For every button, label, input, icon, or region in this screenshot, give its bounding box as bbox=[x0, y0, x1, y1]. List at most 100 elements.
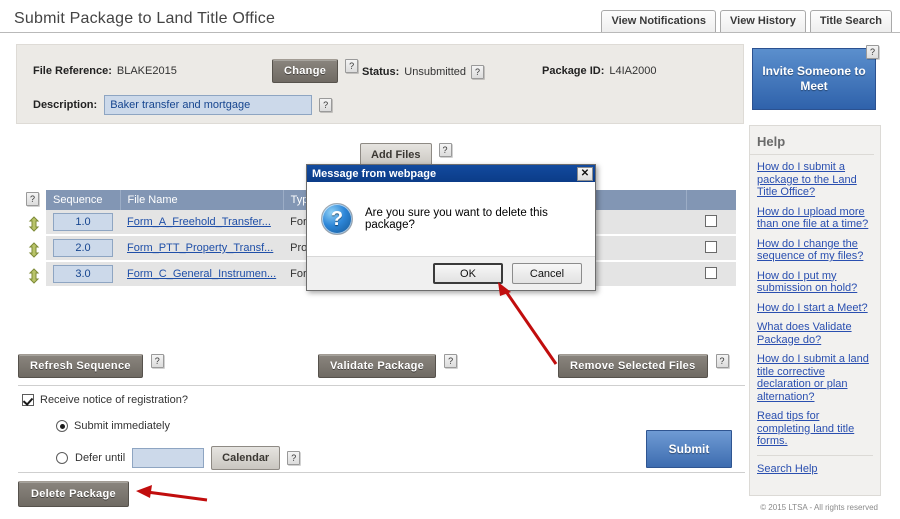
cell-sequence: 1.0 bbox=[46, 210, 120, 236]
package-id-row: Package ID: L4IA2000 bbox=[542, 65, 656, 77]
receive-notice-checkbox[interactable] bbox=[22, 394, 34, 406]
files-table-help-icon[interactable]: ? bbox=[26, 192, 39, 206]
receive-notice-label: Receive notice of registration? bbox=[40, 394, 188, 406]
help-link-submission-on-hold[interactable]: How do I put my submission on hold? bbox=[757, 270, 873, 295]
add-files-help-icon[interactable]: ? bbox=[438, 143, 452, 157]
remove-selected-files-help-icon[interactable]: ? bbox=[715, 354, 729, 368]
divider-above-delete bbox=[18, 472, 745, 473]
dialog-title-bar: Message from webpage ✕ bbox=[307, 165, 595, 182]
delete-package-button[interactable]: Delete Package bbox=[18, 481, 129, 507]
file-reference-label: File Reference: bbox=[33, 65, 112, 77]
help-panel: Help How do I submit a package to the La… bbox=[749, 125, 881, 496]
description-label: Description: bbox=[33, 99, 98, 111]
cell-sequence: 2.0 bbox=[46, 235, 120, 262]
dialog-footer: OK Cancel bbox=[307, 256, 595, 290]
description-input[interactable] bbox=[104, 95, 313, 115]
cell-sequence: 3.0 bbox=[46, 261, 120, 288]
status-label: Status: bbox=[362, 66, 400, 78]
file-reference-row: File Reference: BLAKE2015 bbox=[33, 65, 177, 77]
calendar-help-icon[interactable]: ? bbox=[287, 451, 301, 465]
drag-handle-icon[interactable] bbox=[27, 216, 41, 232]
validate-package-button[interactable]: Validate Package bbox=[318, 354, 437, 378]
delete-confirmation-dialog: Message from webpage ✕ ? Are you sure yo… bbox=[306, 164, 596, 291]
cell-file-name: Form_PTT_Property_Transf... bbox=[120, 235, 284, 262]
submit-immediately-row[interactable]: Submit immediately bbox=[56, 420, 170, 432]
help-panel-title: Help bbox=[750, 126, 874, 155]
help-link-start-a-meet[interactable]: How do I start a Meet? bbox=[757, 302, 873, 315]
sequence-value[interactable]: 1.0 bbox=[53, 213, 113, 231]
question-mark-icon: ? bbox=[321, 203, 353, 235]
help-link-change-sequence[interactable]: How do I change the sequence of my files… bbox=[757, 238, 873, 263]
drag-handle-icon[interactable] bbox=[27, 242, 41, 258]
submit-immediately-radio[interactable] bbox=[56, 420, 68, 432]
help-link-form-tips[interactable]: Read tips for completing land title form… bbox=[757, 410, 873, 448]
tab-view-notifications[interactable]: View Notifications bbox=[601, 10, 716, 32]
help-link-submit-package[interactable]: How do I submit a package to the Land Ti… bbox=[757, 161, 873, 199]
sequence-value[interactable]: 3.0 bbox=[53, 265, 113, 283]
defer-until-row[interactable]: Defer until Calendar ? bbox=[56, 446, 301, 470]
validate-package-group: Validate Package ? bbox=[318, 354, 458, 378]
change-button[interactable]: Change bbox=[272, 59, 339, 83]
help-list-divider bbox=[757, 454, 873, 456]
app-root: Submit Package to Land Title Office View… bbox=[0, 0, 900, 519]
defer-until-radio[interactable] bbox=[56, 452, 68, 464]
dialog-cancel-button[interactable]: Cancel bbox=[512, 263, 582, 284]
status-value: Unsubmitted bbox=[404, 66, 467, 78]
dialog-ok-button[interactable]: OK bbox=[433, 263, 503, 284]
cell-file-name: Form_A_Freehold_Transfer... bbox=[120, 210, 284, 236]
column-header-file-name[interactable]: File Name bbox=[120, 190, 284, 210]
row-checkbox[interactable] bbox=[705, 214, 718, 227]
dialog-message: Are you sure you want to delete this pac… bbox=[365, 207, 548, 231]
help-link-corrective-declaration[interactable]: How do I submit a land title corrective … bbox=[757, 353, 873, 403]
close-icon[interactable]: ✕ bbox=[577, 166, 593, 181]
drag-handle-icon[interactable] bbox=[27, 268, 41, 284]
defer-until-date-input[interactable] bbox=[132, 448, 205, 468]
cell-select bbox=[686, 210, 736, 236]
submit-immediately-label: Submit immediately bbox=[74, 420, 170, 432]
calendar-button[interactable]: Calendar bbox=[211, 446, 281, 470]
package-id-value: L4IA2000 bbox=[609, 65, 657, 77]
change-help-icon[interactable]: ? bbox=[345, 59, 359, 73]
description-row: Description: ? bbox=[33, 95, 333, 115]
column-header-select bbox=[686, 190, 736, 210]
cell-select bbox=[686, 235, 736, 262]
divider-above-options bbox=[18, 385, 745, 386]
tab-view-history[interactable]: View History bbox=[720, 10, 806, 32]
delete-package-group: Delete Package bbox=[18, 481, 129, 507]
header-divider bbox=[0, 32, 900, 33]
row-checkbox[interactable] bbox=[705, 240, 718, 253]
dialog-body: ? Are you sure you want to delete this p… bbox=[307, 182, 595, 256]
file-name-link[interactable]: Form_A_Freehold_Transfer... bbox=[127, 216, 271, 228]
top-tab-bar: View Notifications View History Title Se… bbox=[601, 10, 892, 32]
copyright-text: © 2015 LTSA - All rights reserved bbox=[760, 503, 878, 512]
package-info-panel: File Reference: BLAKE2015 Change ? Statu… bbox=[16, 44, 744, 124]
file-name-link[interactable]: Form_C_General_Instrumen... bbox=[127, 268, 276, 280]
invite-someone-to-meet-button[interactable]: Invite Someone to Meet bbox=[752, 48, 876, 110]
receive-notice-row[interactable]: Receive notice of registration? bbox=[22, 394, 188, 406]
help-link-list: How do I submit a package to the Land Ti… bbox=[750, 155, 880, 475]
submit-button[interactable]: Submit bbox=[646, 430, 732, 468]
status-help-icon[interactable]: ? bbox=[471, 65, 485, 79]
help-link-search-help[interactable]: Search Help bbox=[757, 463, 873, 476]
sequence-value[interactable]: 2.0 bbox=[53, 239, 113, 257]
invite-help-icon[interactable]: ? bbox=[866, 45, 879, 59]
refresh-sequence-help-icon[interactable]: ? bbox=[150, 354, 164, 368]
column-header-sequence[interactable]: Sequence bbox=[46, 190, 121, 210]
description-help-icon[interactable]: ? bbox=[319, 98, 333, 112]
refresh-sequence-button[interactable]: Refresh Sequence bbox=[18, 354, 143, 378]
file-reference-value: BLAKE2015 bbox=[116, 65, 177, 77]
dialog-title: Message from webpage bbox=[312, 167, 437, 180]
validate-package-help-icon[interactable]: ? bbox=[444, 354, 458, 368]
help-link-validate-package[interactable]: What does Validate Package do? bbox=[757, 321, 873, 346]
row-checkbox[interactable] bbox=[705, 266, 718, 279]
annotation-arrow-to-ok bbox=[498, 282, 558, 365]
remove-selected-files-group: Remove Selected Files ? bbox=[558, 354, 729, 378]
change-row: Change ? bbox=[272, 59, 359, 83]
remove-selected-files-button[interactable]: Remove Selected Files bbox=[558, 354, 708, 378]
refresh-sequence-group: Refresh Sequence ? bbox=[18, 354, 164, 378]
help-link-upload-multiple[interactable]: How do I upload more than one file at a … bbox=[757, 206, 873, 231]
annotation-arrow-to-delete-package bbox=[136, 485, 208, 502]
file-name-link[interactable]: Form_PTT_Property_Transf... bbox=[127, 242, 273, 254]
tab-title-search[interactable]: Title Search bbox=[809, 10, 892, 32]
status-row: Status: Unsubmitted ? bbox=[362, 65, 485, 79]
